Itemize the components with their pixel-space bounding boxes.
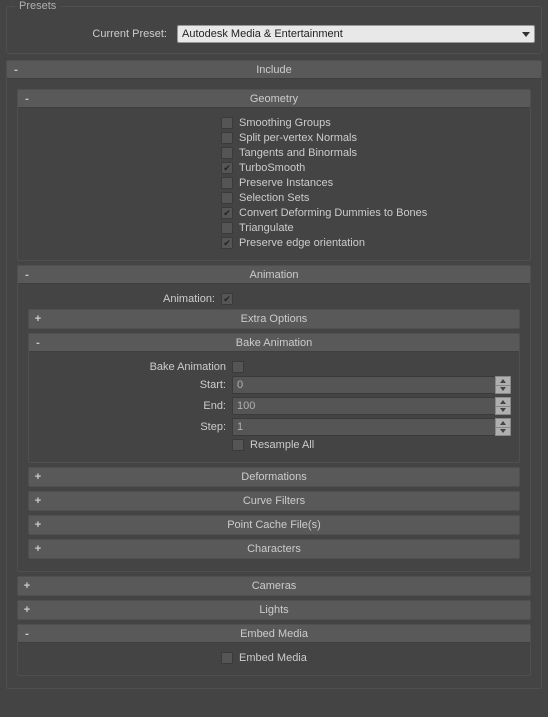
bake-animation-section: - Bake Animation Bake Animation Start: xyxy=(28,333,520,463)
bake-start-down-button[interactable] xyxy=(495,385,511,395)
bake-end-down-button[interactable] xyxy=(495,406,511,416)
bake-enable-checkbox[interactable] xyxy=(232,361,244,373)
extra-options-header[interactable]: + Extra Options xyxy=(29,310,519,328)
bake-step-up-button[interactable] xyxy=(495,418,511,427)
characters-title: Characters xyxy=(29,543,519,555)
cameras-title: Cameras xyxy=(18,580,530,592)
convert-dummies-checkbox[interactable] xyxy=(221,207,233,219)
bake-start-label: Start: xyxy=(37,379,232,391)
cameras-toggle: + xyxy=(20,580,34,592)
bake-end-input[interactable] xyxy=(232,397,495,415)
selection-sets-label: Selection Sets xyxy=(239,192,309,204)
include-title: Include xyxy=(7,64,541,76)
deformations-header[interactable]: + Deformations xyxy=(29,468,519,486)
current-preset-value: Autodesk Media & Entertainment xyxy=(182,28,343,40)
characters-toggle: + xyxy=(31,543,45,555)
point-cache-toggle: + xyxy=(31,519,45,531)
resample-all-checkbox[interactable] xyxy=(232,439,244,451)
bake-start-up-button[interactable] xyxy=(495,376,511,385)
animation-toggle: - xyxy=(20,269,34,281)
smoothing-groups-label: Smoothing Groups xyxy=(239,117,331,129)
curve-filters-header[interactable]: + Curve Filters xyxy=(29,492,519,510)
lights-header[interactable]: + Lights xyxy=(18,601,530,619)
embed-media-checkbox[interactable] xyxy=(221,652,233,664)
preserve-edge-checkbox[interactable] xyxy=(221,237,233,249)
lights-toggle: + xyxy=(20,604,34,616)
bake-end-label: End: xyxy=(37,400,232,412)
geometry-title: Geometry xyxy=(18,93,530,105)
geometry-header[interactable]: - Geometry xyxy=(18,90,530,108)
embed-media-title: Embed Media xyxy=(18,628,530,640)
embed-media-toggle: - xyxy=(20,628,34,640)
spinner-up-icon xyxy=(500,379,506,383)
animation-section: - Animation Animation: + Extra Options xyxy=(17,265,531,572)
resample-all-label: Resample All xyxy=(250,439,314,451)
characters-section: + Characters xyxy=(28,539,520,559)
point-cache-title: Point Cache File(s) xyxy=(29,519,519,531)
bake-end-up-button[interactable] xyxy=(495,397,511,406)
extra-options-section: + Extra Options xyxy=(28,309,520,329)
include-header[interactable]: - Include xyxy=(7,61,541,79)
include-toggle: - xyxy=(9,64,23,76)
turbosmooth-checkbox[interactable] xyxy=(221,162,233,174)
spinner-down-icon xyxy=(500,429,506,433)
deformations-section: + Deformations xyxy=(28,467,520,487)
curve-filters-section: + Curve Filters xyxy=(28,491,520,511)
preserve-instances-label: Preserve Instances xyxy=(239,177,333,189)
smoothing-groups-checkbox[interactable] xyxy=(221,117,233,129)
cameras-section: + Cameras xyxy=(17,576,531,596)
bake-animation-header[interactable]: - Bake Animation xyxy=(29,334,519,352)
selection-sets-checkbox[interactable] xyxy=(221,192,233,204)
tangents-checkbox[interactable] xyxy=(221,147,233,159)
lights-section: + Lights xyxy=(17,600,531,620)
convert-dummies-label: Convert Deforming Dummies to Bones xyxy=(239,207,427,219)
bake-step-label: Step: xyxy=(37,421,232,433)
turbosmooth-label: TurboSmooth xyxy=(239,162,305,174)
tangents-label: Tangents and Binormals xyxy=(239,147,357,159)
include-section: - Include - Geometry Smoothing Groups Sp… xyxy=(6,60,542,689)
animation-enable-checkbox[interactable] xyxy=(221,293,233,305)
embed-media-header[interactable]: - Embed Media xyxy=(18,625,530,643)
lights-title: Lights xyxy=(18,604,530,616)
spinner-up-icon xyxy=(500,400,506,404)
split-normals-label: Split per-vertex Normals xyxy=(239,132,357,144)
bake-start-input[interactable] xyxy=(232,376,495,394)
point-cache-header[interactable]: + Point Cache File(s) xyxy=(29,516,519,534)
triangulate-checkbox[interactable] xyxy=(221,222,233,234)
cameras-header[interactable]: + Cameras xyxy=(18,577,530,595)
spinner-down-icon xyxy=(500,387,506,391)
point-cache-section: + Point Cache File(s) xyxy=(28,515,520,535)
triangulate-label: Triangulate xyxy=(239,222,294,234)
bake-step-down-button[interactable] xyxy=(495,427,511,437)
current-preset-label: Current Preset: xyxy=(13,28,173,40)
split-normals-checkbox[interactable] xyxy=(221,132,233,144)
current-preset-select[interactable]: Autodesk Media & Entertainment xyxy=(177,25,535,43)
bake-enable-label: Bake Animation xyxy=(37,361,232,373)
embed-media-section: - Embed Media Embed Media xyxy=(17,624,531,676)
presets-legend: Presets xyxy=(15,0,60,12)
presets-fieldset: Presets Current Preset: Autodesk Media &… xyxy=(6,6,542,54)
spinner-down-icon xyxy=(500,408,506,412)
geometry-section: - Geometry Smoothing Groups Split per-ve… xyxy=(17,89,531,261)
extra-options-toggle: + xyxy=(31,313,45,325)
animation-header[interactable]: - Animation xyxy=(18,266,530,284)
chevron-down-icon xyxy=(522,32,530,37)
bake-step-input[interactable] xyxy=(232,418,495,436)
curve-filters-title: Curve Filters xyxy=(29,495,519,507)
deformations-title: Deformations xyxy=(29,471,519,483)
curve-filters-toggle: + xyxy=(31,495,45,507)
embed-media-label: Embed Media xyxy=(239,652,307,664)
preserve-instances-checkbox[interactable] xyxy=(221,177,233,189)
deformations-toggle: + xyxy=(31,471,45,483)
extra-options-title: Extra Options xyxy=(29,313,519,325)
geometry-toggle: - xyxy=(20,93,34,105)
characters-header[interactable]: + Characters xyxy=(29,540,519,558)
animation-title: Animation xyxy=(18,269,530,281)
bake-animation-title: Bake Animation xyxy=(29,337,519,349)
bake-animation-toggle: - xyxy=(31,337,45,349)
preserve-edge-label: Preserve edge orientation xyxy=(239,237,365,249)
spinner-up-icon xyxy=(500,421,506,425)
animation-enable-label: Animation: xyxy=(26,293,221,305)
